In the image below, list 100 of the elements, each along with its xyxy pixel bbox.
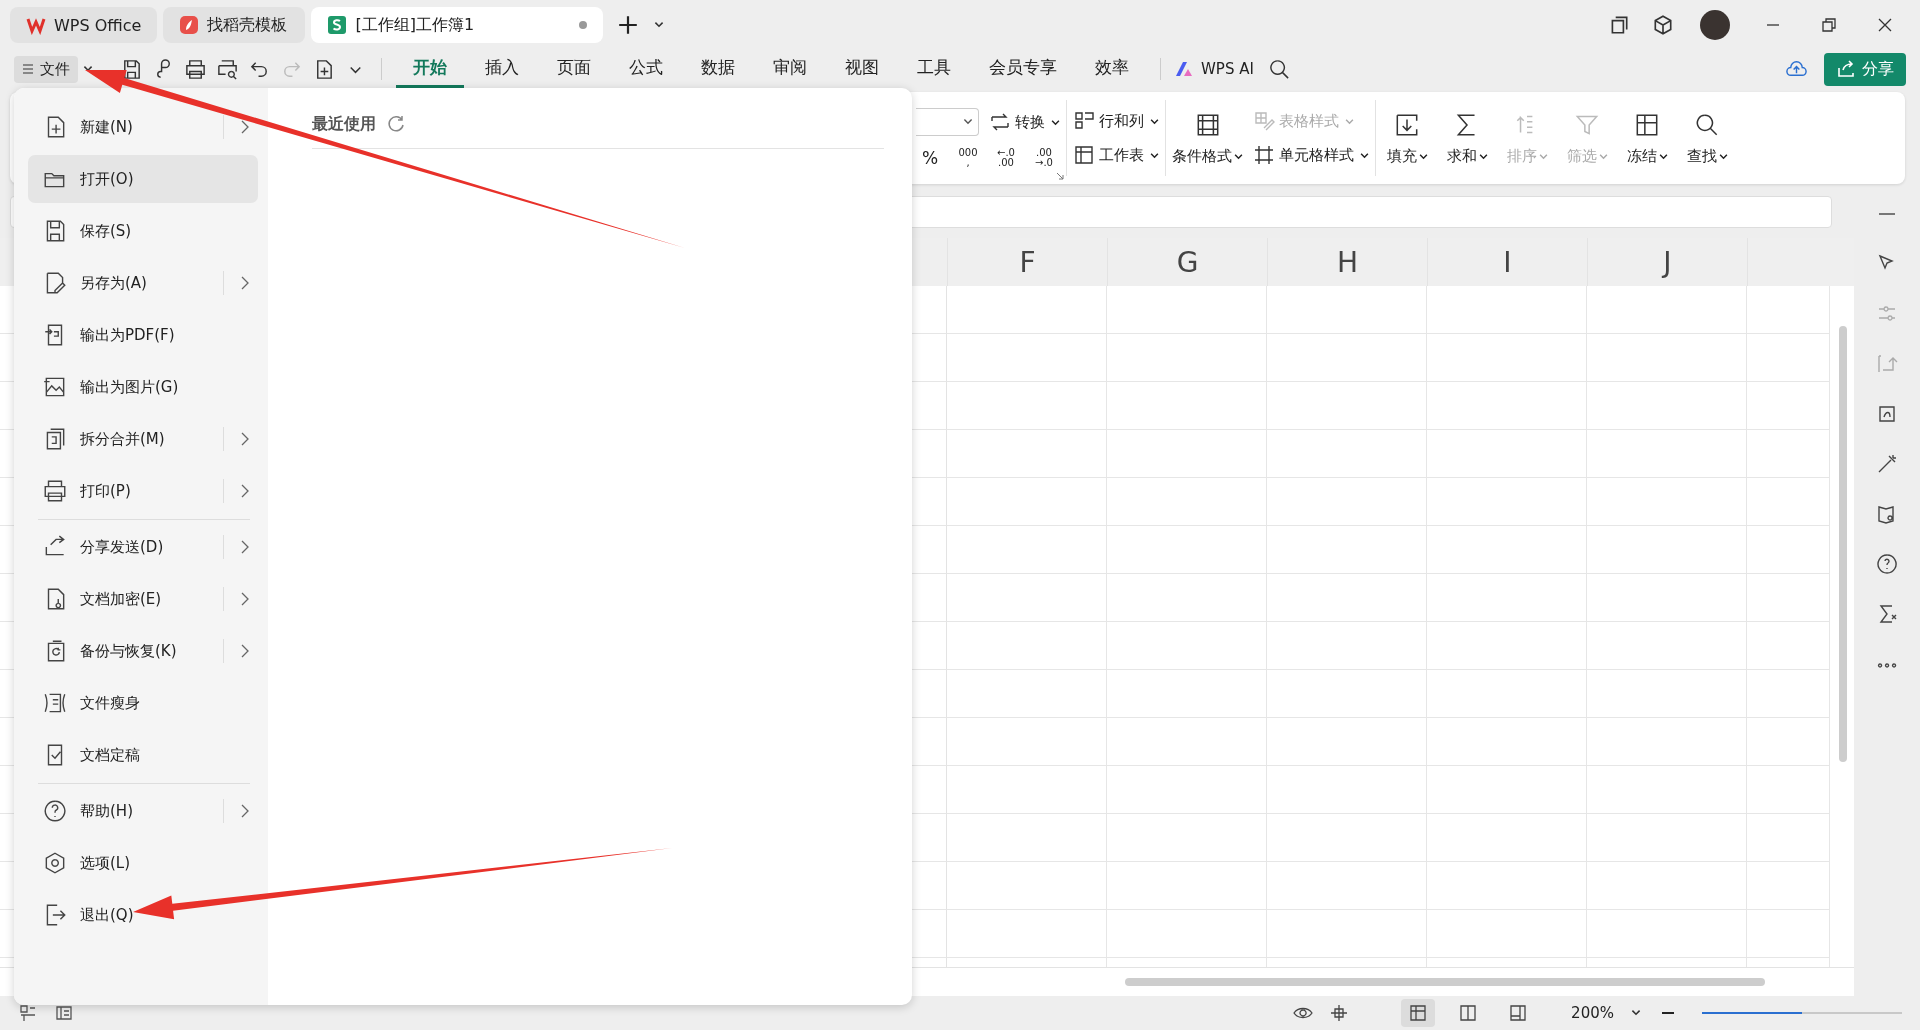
ribbon-button[interactable]: 冻结 — [1622, 110, 1672, 166]
grid-cell[interactable] — [1267, 862, 1427, 910]
column-header[interactable]: H — [1268, 238, 1428, 286]
grid-cell[interactable] — [947, 430, 1107, 478]
ai-button[interactable]: WPS AI — [1175, 60, 1254, 78]
file-menu-item[interactable]: 拆分合并(M) — [28, 415, 258, 463]
grid-cell[interactable] — [1267, 814, 1427, 862]
vertical-scrollbar[interactable] — [1839, 326, 1847, 762]
grid-cell[interactable] — [1427, 910, 1587, 958]
window-tab[interactable]: WPS Office — [10, 7, 158, 43]
grid-cell[interactable] — [1267, 382, 1427, 430]
grid-cell[interactable] — [1747, 814, 1830, 862]
file-menu-item[interactable]: 打印(P) — [28, 467, 258, 515]
grid-cell[interactable] — [1427, 382, 1587, 430]
grid-cell[interactable] — [1747, 286, 1830, 334]
normal-view-button[interactable] — [1401, 999, 1436, 1027]
file-menu-item[interactable]: 新建(N) — [28, 103, 258, 151]
grid-cell[interactable] — [1267, 526, 1427, 574]
ribbon-button[interactable]: 单元格样式 — [1253, 144, 1369, 166]
grid-cell[interactable] — [1427, 718, 1587, 766]
ribbon-tab[interactable]: 公式 — [612, 50, 680, 88]
ribbon-tab[interactable]: 视图 — [828, 50, 896, 88]
grid-cell[interactable] — [1427, 430, 1587, 478]
grid-cell[interactable] — [1587, 910, 1747, 958]
ribbon-tab[interactable]: 工具 — [900, 50, 968, 88]
grid-cell[interactable] — [1107, 718, 1267, 766]
grid-cell[interactable] — [947, 286, 1107, 334]
grid-cell[interactable] — [1267, 574, 1427, 622]
avatar[interactable] — [1700, 10, 1730, 40]
file-menu-item[interactable]: 保存(S) — [28, 207, 258, 255]
grid-cell[interactable] — [1587, 718, 1747, 766]
grid-cell[interactable] — [1747, 334, 1830, 382]
search-icon[interactable] — [1267, 57, 1291, 81]
grid-cell[interactable] — [1267, 670, 1427, 718]
ribbon-button[interactable]: 行和列 — [1073, 110, 1159, 132]
file-menu-item[interactable]: 选项(L) — [28, 839, 258, 887]
grid-cell[interactable] — [1107, 910, 1267, 958]
grid-cell[interactable] — [1267, 718, 1427, 766]
grid-cell[interactable] — [1107, 814, 1267, 862]
ribbon-tab[interactable]: 插入 — [468, 50, 536, 88]
grid-cell[interactable] — [1107, 430, 1267, 478]
grid-cell[interactable] — [1427, 334, 1587, 382]
grid-cell[interactable] — [947, 334, 1107, 382]
horizontal-scrollbar[interactable] — [1125, 978, 1765, 986]
file-menu-item[interactable]: 打开(O) — [28, 155, 258, 203]
column-header[interactable]: I — [1428, 238, 1588, 286]
ribbon-button[interactable]: 转换 — [989, 111, 1060, 133]
file-menu-button[interactable]: 文件 — [14, 55, 78, 83]
help-icon[interactable] — [1875, 552, 1899, 576]
grid-cell[interactable] — [1747, 862, 1830, 910]
ribbon-tab[interactable]: 审阅 — [756, 50, 824, 88]
grid-cell[interactable] — [1427, 622, 1587, 670]
grid-cell[interactable] — [1427, 670, 1587, 718]
grid-cell[interactable] — [1107, 766, 1267, 814]
print-preview-icon[interactable] — [216, 57, 239, 81]
grid-cell[interactable] — [1427, 478, 1587, 526]
grid-cell[interactable] — [1587, 862, 1747, 910]
ribbon-tab[interactable]: 数据 — [684, 50, 752, 88]
refresh-icon[interactable] — [386, 114, 406, 134]
grid-cell[interactable] — [1587, 430, 1747, 478]
grid-cell[interactable] — [1107, 670, 1267, 718]
grid-cell[interactable] — [1587, 526, 1747, 574]
grid-cell[interactable] — [1427, 526, 1587, 574]
grid-cell[interactable] — [1267, 478, 1427, 526]
grid-cell[interactable] — [1587, 670, 1747, 718]
grid-cell[interactable] — [1587, 334, 1747, 382]
grid-cell[interactable] — [1587, 574, 1747, 622]
column-header[interactable]: G — [1108, 238, 1268, 286]
grid-cell[interactable] — [1747, 478, 1830, 526]
column-header[interactable]: F — [948, 238, 1108, 286]
grid-cell[interactable] — [947, 670, 1107, 718]
grid-cell[interactable] — [1107, 574, 1267, 622]
ribbon-tab[interactable]: 效率 — [1078, 50, 1146, 88]
number-format-button[interactable]: .00 →.0 — [1030, 148, 1058, 168]
number-format-button[interactable]: ←.0 .00 — [992, 148, 1020, 168]
grid-cell[interactable] — [1427, 286, 1587, 334]
grid-cell[interactable] — [1427, 766, 1587, 814]
grid-cell[interactable] — [947, 814, 1107, 862]
grid-cell[interactable] — [1747, 382, 1830, 430]
grid-cell[interactable] — [1587, 814, 1747, 862]
grid-cell[interactable] — [1427, 862, 1587, 910]
column-header[interactable]: J — [1588, 238, 1748, 286]
grid-cell[interactable] — [1267, 334, 1427, 382]
ribbon-button[interactable]: 填充 — [1382, 110, 1432, 166]
file-menu-item[interactable]: 帮助(H) — [28, 787, 258, 835]
print-icon[interactable] — [184, 57, 207, 81]
window-tab[interactable]: 找稻壳模板 — [163, 7, 306, 43]
zoom-level[interactable]: 200% — [1571, 1004, 1614, 1022]
grid-cell[interactable] — [1107, 334, 1267, 382]
ribbon-tab[interactable]: 页面 — [540, 50, 608, 88]
grid-cell[interactable] — [1107, 526, 1267, 574]
file-menu-item[interactable]: 输出为PDF(F) — [28, 311, 258, 359]
grid-cell[interactable] — [1747, 910, 1830, 958]
file-menu-item[interactable]: 另存为(A) — [28, 259, 258, 307]
grid-cell[interactable] — [1587, 286, 1747, 334]
number-format-dropdown[interactable] — [916, 108, 979, 136]
grid-cell[interactable] — [1107, 622, 1267, 670]
file-menu-item[interactable]: 输出为图片(G) — [28, 363, 258, 411]
grid-cell[interactable] — [947, 478, 1107, 526]
grid-cell[interactable] — [1267, 430, 1427, 478]
